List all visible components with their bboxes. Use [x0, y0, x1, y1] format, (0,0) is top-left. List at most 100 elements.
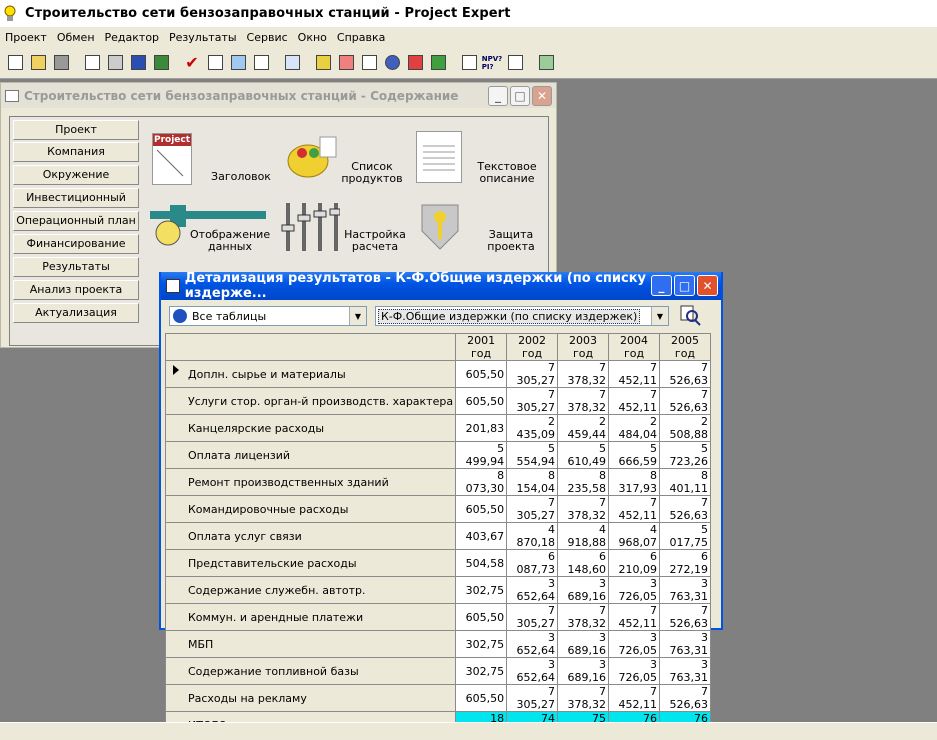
row-name[interactable]: Услуги стор. орган-й производств. характ…: [164, 387, 457, 415]
minimize-button[interactable]: _: [651, 275, 672, 296]
cell-value[interactable]: 6 148,60: [557, 549, 610, 577]
check-icon[interactable]: ✔: [181, 52, 203, 74]
cell-value[interactable]: 4 968,07: [608, 522, 660, 550]
print-icon[interactable]: [104, 52, 126, 74]
cell-value[interactable]: 3 652,64: [506, 657, 559, 685]
new-file-icon[interactable]: [4, 52, 26, 74]
menu-exchange[interactable]: Обмен: [52, 31, 100, 44]
row-name[interactable]: Оплата лицензий: [164, 441, 457, 469]
cell-value[interactable]: 7 378,32: [557, 387, 610, 415]
cell-value[interactable]: 302,75: [455, 657, 508, 685]
row-name[interactable]: Расходы на рекламу: [164, 684, 457, 712]
cell-value[interactable]: 403,67: [455, 522, 508, 550]
sliders-icon[interactable]: [280, 201, 341, 253]
open-folder-icon[interactable]: [27, 52, 49, 74]
row-name[interactable]: Оплата услуг связи: [164, 522, 457, 550]
cell-value[interactable]: 6 272,19: [658, 549, 712, 577]
shield-key-icon[interactable]: [418, 201, 462, 251]
cell-value[interactable]: 3 763,31: [658, 630, 712, 658]
cell-value[interactable]: 5 666,59: [608, 441, 660, 469]
cell-value[interactable]: 5 554,94: [506, 441, 559, 469]
cell-value[interactable]: 7 452,11: [608, 603, 660, 631]
menu-project[interactable]: Проект: [0, 31, 52, 44]
graph-bars-icon[interactable]: [458, 52, 480, 74]
table-row[interactable]: МБП 302,75 3 652,64 3 689,16 3 726,05 3 763,3…: [164, 630, 712, 658]
column-header[interactable]: 2004 год: [608, 333, 660, 361]
cashflow-icon[interactable]: [335, 52, 357, 74]
spreadsheet-icon[interactable]: [535, 52, 557, 74]
cell-value[interactable]: 3 689,16: [557, 576, 610, 604]
close-button[interactable]: ✕: [532, 86, 552, 106]
report-icon[interactable]: [404, 52, 426, 74]
cell-value[interactable]: 3 689,16: [557, 630, 610, 658]
cell-value[interactable]: 2 459,44: [557, 414, 610, 442]
row-name[interactable]: Содержание топливной базы: [164, 657, 457, 685]
cell-value[interactable]: 5 610,49: [557, 441, 610, 469]
sync-icon[interactable]: [227, 52, 249, 74]
cell-value[interactable]: 5 499,94: [455, 441, 508, 469]
chevron-down-icon[interactable]: ▼: [349, 307, 366, 325]
basket-icon[interactable]: [284, 133, 338, 181]
row-name[interactable]: Коммун. и арендные платежи: [164, 603, 457, 631]
cell-value[interactable]: 605,50: [455, 387, 508, 415]
cell-value[interactable]: 201,83: [455, 414, 508, 442]
cell-value[interactable]: 4 870,18: [506, 522, 559, 550]
cell-value[interactable]: 8 235,58: [557, 468, 610, 496]
report-select[interactable]: К-Ф.Общие издержки (по списку издержек) …: [375, 306, 669, 326]
cell-value[interactable]: 7 452,11: [608, 387, 660, 415]
web-export-icon[interactable]: [150, 52, 172, 74]
row-name[interactable]: Командировочные расходы: [164, 495, 457, 523]
cell-value[interactable]: 8 073,30: [455, 468, 508, 496]
cell-value[interactable]: 7 526,63: [658, 603, 712, 631]
cell-value[interactable]: 7 526,63: [658, 684, 712, 712]
maximize-button[interactable]: □: [674, 275, 695, 296]
checklist-icon[interactable]: [204, 52, 226, 74]
cell-value[interactable]: 7 305,27: [506, 603, 559, 631]
cell-value[interactable]: 7 305,27: [506, 495, 559, 523]
cell-value[interactable]: 7 452,11: [608, 495, 660, 523]
item-protect-label[interactable]: Защита проекта: [476, 229, 546, 253]
column-header[interactable]: 2002 год: [506, 333, 559, 361]
table-row[interactable]: Расходы на рекламу 605,50 7 305,27 7 378,32…: [164, 684, 712, 712]
item-display-label[interactable]: Отображение данных: [190, 229, 270, 253]
cell-value[interactable]: 7 378,32: [557, 603, 610, 631]
cell-value[interactable]: 7 452,11: [608, 684, 660, 712]
nav-actualization[interactable]: Актуализация: [13, 303, 139, 323]
item-text-label[interactable]: Текстовое описание: [472, 161, 542, 185]
table-row[interactable]: Коммун. и арендные платежи 605,50 7 305,27…: [164, 603, 712, 631]
cell-value[interactable]: 302,75: [455, 630, 508, 658]
cell-value[interactable]: 605,50: [455, 495, 508, 523]
cell-value[interactable]: 605,50: [455, 684, 508, 712]
item-calc-label[interactable]: Настройка расчета: [340, 229, 410, 253]
zoom-report-icon[interactable]: [679, 304, 701, 326]
cell-value[interactable]: 7 305,27: [506, 684, 559, 712]
row-name[interactable]: МБП: [164, 630, 457, 658]
cell-value[interactable]: 7 378,32: [557, 360, 610, 388]
globe-icon[interactable]: [381, 52, 403, 74]
chart-icon[interactable]: [427, 52, 449, 74]
nav-project-analysis[interactable]: Анализ проекта: [13, 280, 139, 300]
item-header-label[interactable]: Заголовок: [206, 171, 276, 183]
table-row[interactable]: Командировочные расходы 605,50 7 305,27 7 3…: [164, 495, 712, 523]
book-icon[interactable]: [312, 52, 334, 74]
nav-investment-plan[interactable]: Инвестиционный план: [13, 188, 139, 222]
cell-value[interactable]: 7 305,27: [506, 360, 559, 388]
cell-value[interactable]: 605,50: [455, 360, 508, 388]
cell-value[interactable]: 4 918,88: [557, 522, 610, 550]
document-list-icon[interactable]: [250, 52, 272, 74]
column-header[interactable]: 2005 год: [658, 333, 712, 361]
table-row[interactable]: Оплата услуг связи 403,67 4 870,18 4 918,88…: [164, 522, 712, 550]
nav-financing[interactable]: Финансирование: [13, 234, 139, 254]
table-row[interactable]: Представительские расходы 504,58 6 087,73 6…: [164, 549, 712, 577]
cell-value[interactable]: 3 726,05: [608, 657, 660, 685]
table-row[interactable]: Оплата лицензий 5 499,94 5 554,94 5 610,49 5…: [164, 441, 712, 469]
cell-value[interactable]: 2 484,04: [608, 414, 660, 442]
tables-select[interactable]: Все таблицы ▼: [169, 306, 367, 326]
cell-value[interactable]: 6 210,09: [608, 549, 660, 577]
cell-value[interactable]: 7 378,32: [557, 684, 610, 712]
column-header[interactable]: 2003 год: [557, 333, 610, 361]
nav-environment[interactable]: Окружение: [13, 165, 139, 185]
print-preview-icon[interactable]: [81, 52, 103, 74]
cell-value[interactable]: 7 452,11: [608, 360, 660, 388]
table-row[interactable]: Доплн. сырье и материалы 605,50 7 305,27 7 …: [164, 360, 712, 388]
